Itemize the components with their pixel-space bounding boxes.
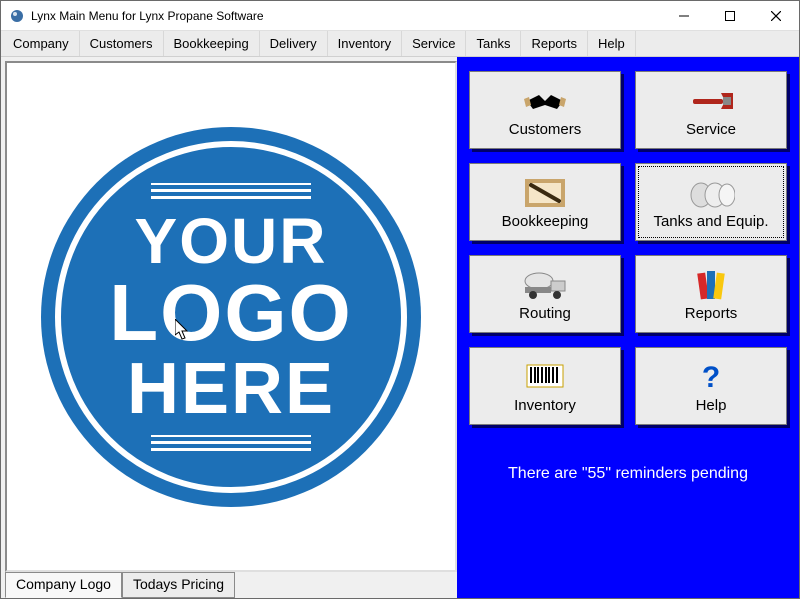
tanks-icon: [687, 175, 735, 211]
inventory-button[interactable]: Inventory: [469, 347, 621, 425]
tab-todays-pricing[interactable]: Todays Pricing: [122, 572, 235, 598]
bookkeeping-button[interactable]: Bookkeeping: [469, 163, 621, 241]
help-label: Help: [696, 397, 727, 414]
menu-help[interactable]: Help: [588, 31, 636, 56]
menu-service[interactable]: Service: [402, 31, 466, 56]
button-grid: Customers Service: [469, 71, 787, 425]
menu-reports[interactable]: Reports: [521, 31, 588, 56]
truck-icon: [521, 267, 569, 303]
left-panel: YOUR LOGO HERE Company Logo Todays Prici…: [1, 57, 457, 598]
minimize-button[interactable]: [661, 1, 707, 30]
right-panel: Customers Service: [457, 57, 799, 598]
wrench-icon: [687, 83, 735, 119]
menu-customers[interactable]: Customers: [80, 31, 164, 56]
menu-company[interactable]: Company: [3, 31, 80, 56]
tanks-label: Tanks and Equip.: [653, 213, 768, 230]
reminder-message: There are "55" reminders pending: [469, 465, 787, 483]
menu-tanks[interactable]: Tanks: [466, 31, 521, 56]
content-area: YOUR LOGO HERE Company Logo Todays Prici…: [1, 57, 799, 598]
svg-text:?: ?: [702, 361, 720, 394]
routing-label: Routing: [519, 305, 571, 322]
handshake-icon: [521, 83, 569, 119]
reports-button[interactable]: Reports: [635, 255, 787, 333]
ledger-pen-icon: [521, 175, 569, 211]
app-icon: [9, 8, 25, 24]
titlebar: Lynx Main Menu for Lynx Propane Software: [1, 1, 799, 31]
close-button[interactable]: [753, 1, 799, 30]
bookkeeping-label: Bookkeeping: [502, 213, 589, 230]
maximize-button[interactable]: [707, 1, 753, 30]
logo-frame: YOUR LOGO HERE: [5, 61, 457, 572]
reminder-count: 55: [588, 465, 606, 482]
window-title: Lynx Main Menu for Lynx Propane Software: [31, 9, 661, 23]
reports-label: Reports: [685, 305, 738, 322]
menubar: Company Customers Bookkeeping Delivery I…: [1, 31, 799, 57]
customers-button[interactable]: Customers: [469, 71, 621, 149]
inventory-label: Inventory: [514, 397, 576, 414]
barcode-icon: [521, 359, 569, 395]
window-controls: [661, 1, 799, 30]
menu-delivery[interactable]: Delivery: [260, 31, 328, 56]
menu-inventory[interactable]: Inventory: [328, 31, 402, 56]
routing-button[interactable]: Routing: [469, 255, 621, 333]
bottom-tabs: Company Logo Todays Pricing: [5, 572, 457, 598]
app-window: Lynx Main Menu for Lynx Propane Software…: [0, 0, 800, 599]
reminder-post: " reminders pending: [605, 465, 748, 482]
reminder-pre: There are ": [508, 465, 588, 482]
tanks-button[interactable]: Tanks and Equip.: [635, 163, 787, 241]
question-icon: ?: [687, 359, 735, 395]
customers-label: Customers: [509, 121, 582, 138]
service-button[interactable]: Service: [635, 71, 787, 149]
books-icon: [687, 267, 735, 303]
service-label: Service: [686, 121, 736, 138]
help-button[interactable]: ? Help: [635, 347, 787, 425]
menu-bookkeeping[interactable]: Bookkeeping: [164, 31, 260, 56]
tab-company-logo[interactable]: Company Logo: [5, 572, 122, 598]
logo-placeholder: YOUR LOGO HERE: [41, 127, 421, 507]
